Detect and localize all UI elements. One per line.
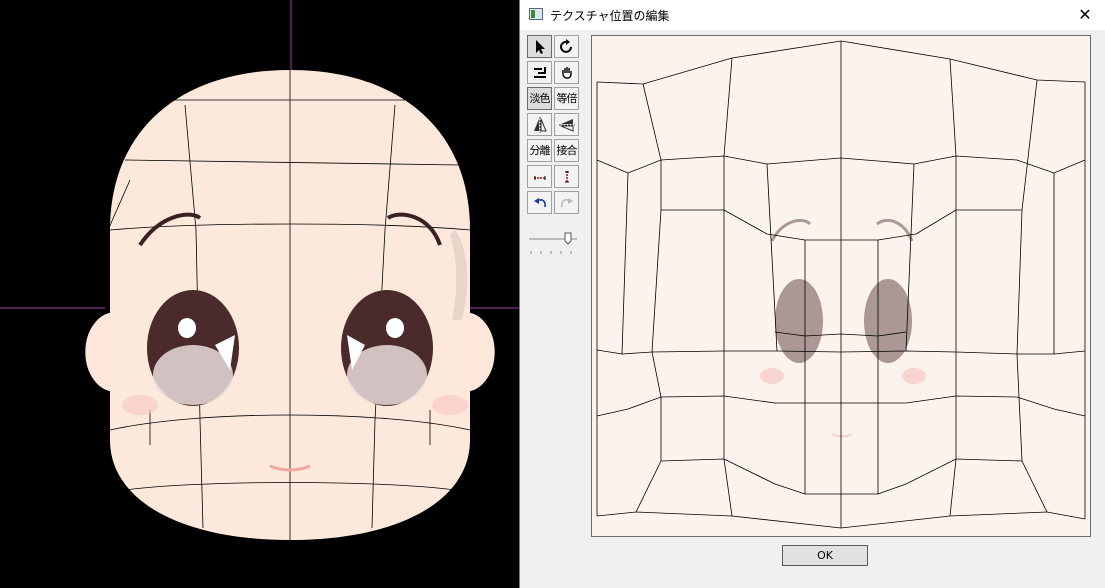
undo-button[interactable]	[527, 191, 552, 214]
align-horizontal-icon	[533, 175, 546, 180]
tool-palette: 淡色 等倍 分離 接合	[527, 35, 581, 217]
texture-position-dialog: テクスチャ位置の編集 ✕ 淡色 等倍 分離 接合 OK	[519, 0, 1105, 588]
viewport-canvas	[0, 0, 520, 540]
undo-icon	[533, 197, 546, 207]
fade-color-button[interactable]: 淡色	[527, 87, 552, 110]
faded-texture	[760, 218, 926, 438]
slider-graphic	[529, 232, 577, 254]
align-vertical-icon	[564, 170, 569, 183]
slider-thumb	[564, 232, 572, 245]
scale-tool-button[interactable]	[527, 61, 552, 84]
flip-horizontal-button[interactable]	[527, 113, 552, 136]
flip-vertical-icon	[558, 118, 575, 132]
app-icon	[529, 8, 543, 20]
dialog-title: テクスチャ位置の編集	[550, 9, 670, 23]
hand-tool-button[interactable]	[554, 61, 579, 84]
3d-viewport[interactable]	[0, 0, 520, 588]
actual-size-button[interactable]: 等倍	[554, 87, 579, 110]
close-button[interactable]: ✕	[1065, 0, 1105, 30]
texture-edit-canvas[interactable]	[591, 35, 1091, 537]
left-eye-glint	[178, 318, 196, 338]
flip-vertical-button[interactable]	[554, 113, 579, 136]
ok-button[interactable]: OK	[782, 545, 868, 566]
rotate-tool-button[interactable]	[554, 35, 579, 58]
redo-button[interactable]	[554, 191, 579, 214]
title-bar[interactable]: テクスチャ位置の編集 ✕	[520, 0, 1105, 30]
align-horizontal-button[interactable]	[527, 165, 552, 188]
align-vertical-button[interactable]	[554, 165, 579, 188]
flip-horizontal-icon	[533, 116, 547, 133]
uv-mesh-canvas	[596, 40, 1086, 529]
rotate-icon	[559, 38, 572, 53]
redo-icon	[560, 197, 573, 207]
right-eye-glint	[386, 318, 404, 338]
hand-icon	[561, 66, 572, 79]
cursor-arrow-icon	[535, 39, 545, 54]
left-blush	[122, 395, 158, 415]
right-blush	[432, 395, 468, 415]
select-tool-button[interactable]	[527, 35, 552, 58]
scale-icon	[533, 66, 546, 78]
uv-mesh	[596, 40, 1086, 529]
opacity-slider[interactable]	[527, 229, 579, 259]
split-button[interactable]: 分離	[527, 139, 552, 162]
join-button[interactable]: 接合	[554, 139, 579, 162]
